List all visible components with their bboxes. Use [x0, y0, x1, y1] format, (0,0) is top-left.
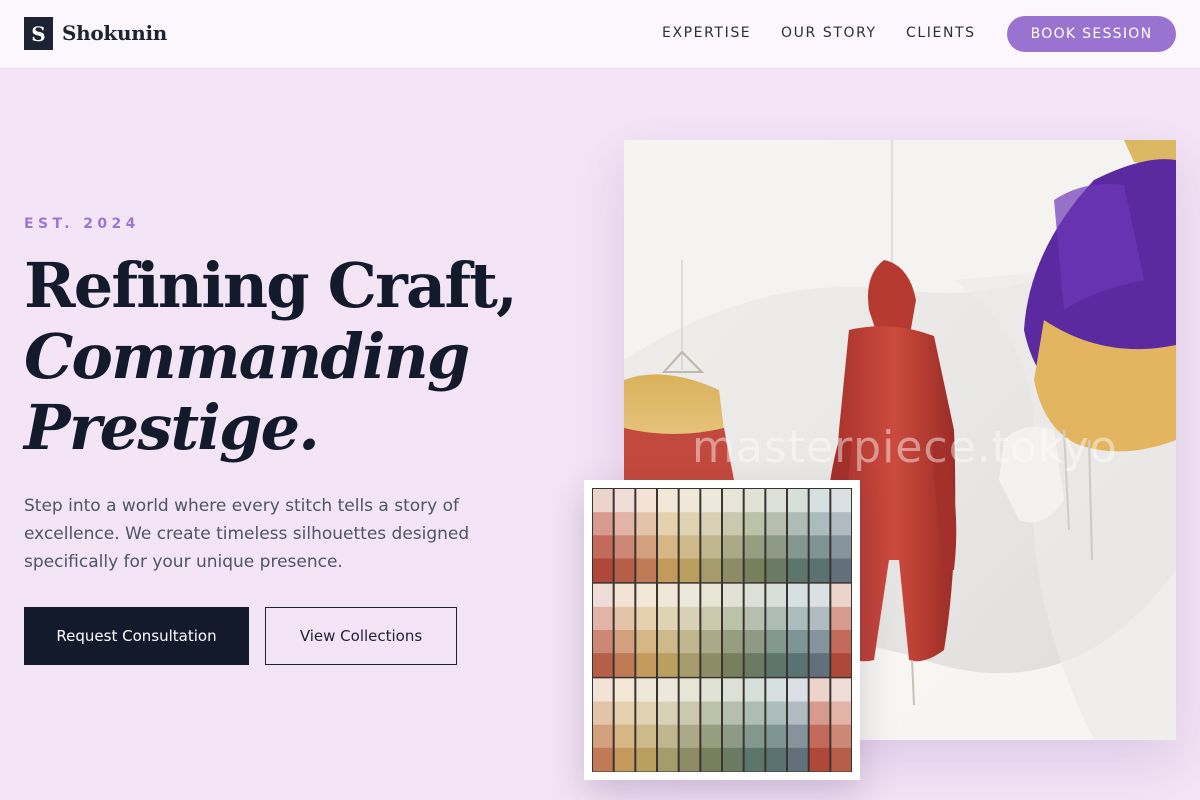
photo-watermark: masterpiece.tokyo: [692, 422, 1118, 473]
logo-mark[interactable]: S: [24, 17, 53, 50]
color-swatches-photo: [584, 480, 860, 780]
headline-line-3: Prestige.: [24, 391, 320, 464]
request-consultation-button[interactable]: Request Consultation: [24, 607, 249, 665]
brand-name[interactable]: Shokunin: [62, 21, 167, 45]
site-header: S Shokunin EXPERTISE OUR STORY CLIENTS B…: [0, 0, 1200, 68]
hero-description: Step into a world where every stitch tel…: [24, 496, 470, 572]
headline-line-1: Refining Craft,: [24, 249, 518, 322]
eyebrow-label: EST. 2024: [24, 216, 140, 232]
nav-link-our-story[interactable]: OUR STORY: [781, 25, 877, 41]
nav-link-expertise[interactable]: EXPERTISE: [662, 25, 751, 41]
hero-headline: Refining Craft, Commanding Prestige.: [24, 249, 518, 464]
headline-line-2: Commanding: [24, 320, 470, 393]
view-collections-button[interactable]: View Collections: [265, 607, 457, 665]
nav-link-clients[interactable]: CLIENTS: [906, 25, 976, 41]
book-session-button[interactable]: BOOK SESSION: [1007, 16, 1176, 52]
